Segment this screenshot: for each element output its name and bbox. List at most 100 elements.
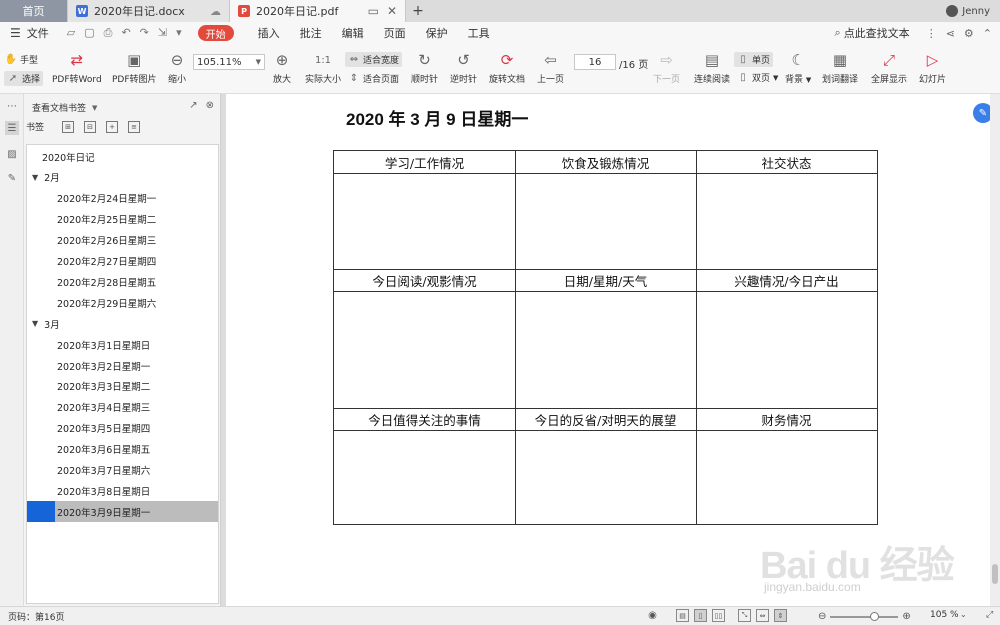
monitor-icon[interactable]: ▭ — [368, 4, 379, 18]
fullscreen-button[interactable]: ⤢ 全屏显示 — [871, 50, 907, 85]
bookmark-item[interactable]: 2020年3月8日星期日 — [27, 480, 218, 501]
export-icon[interactable]: ⇲ — [158, 26, 167, 40]
open-folder-icon[interactable]: ▱ — [67, 26, 75, 40]
chevron-down-icon[interactable]: ▼ — [32, 173, 38, 182]
continuous-view-icon[interactable]: ▤ — [676, 609, 689, 622]
bookmark-list-icon[interactable]: ☰ — [5, 121, 19, 135]
collapse-all-icon[interactable]: ⊟ — [84, 120, 97, 133]
fit-page-button[interactable]: ⇕ 适合页面 — [348, 72, 399, 85]
hamburger-icon[interactable]: ☰ — [10, 26, 21, 40]
bookmark-item[interactable]: 2020年3月6日星期五 — [27, 439, 218, 460]
fit-page-status-icon[interactable]: ⤡ — [738, 609, 751, 622]
vertical-scrollbar[interactable] — [990, 94, 1000, 606]
share-icon[interactable]: ⋖ — [946, 27, 955, 40]
bookmark-item[interactable]: ▼ 2月 — [27, 167, 218, 188]
tab-pdf[interactable]: P 2020年日记.pdf ▭ ✕ — [230, 0, 406, 22]
bookmark-view-dropdown[interactable]: 查看文档书签 ▼ — [32, 101, 97, 115]
bookmark-item[interactable]: 2020年2月25日星期二 — [27, 209, 218, 230]
zoom-out-button[interactable]: ⊖ 缩小 — [168, 50, 186, 85]
bookmark-item[interactable]: 2020年3月9日星期一 — [27, 501, 218, 523]
fit-width-button[interactable]: ⇔ 适合宽度 — [345, 52, 403, 67]
menu-insert[interactable]: 插入 — [248, 25, 290, 41]
pdf-to-word-button[interactable]: ⇄ PDF转Word — [52, 50, 102, 85]
menu-tools[interactable]: 工具 — [458, 25, 500, 41]
tab-home[interactable]: 首页 — [0, 0, 68, 22]
hand-tool[interactable]: ✋ 手型 — [5, 53, 38, 66]
bookmark-item[interactable]: ▼ 3月 — [27, 313, 218, 334]
bookmark-item[interactable]: 2020年3月1日星期日 — [27, 334, 218, 355]
close-tab-icon[interactable]: ✕ — [387, 4, 397, 18]
bookmark-tab[interactable]: 书签 — [26, 120, 44, 133]
menu-file[interactable]: 文件 — [27, 25, 49, 41]
zoom-level-select[interactable]: 105.11% ▼ — [193, 54, 265, 70]
new-tab-button[interactable]: + — [406, 0, 430, 22]
expand-icon[interactable]: ⤢ — [986, 610, 993, 620]
next-page-button[interactable]: ⇨ 下一页 — [653, 50, 680, 85]
zoom-track[interactable] — [830, 611, 899, 621]
slideshow-button[interactable]: ▷ 幻灯片 — [919, 50, 946, 85]
fit-height-status-icon[interactable]: ⇕ — [774, 609, 787, 622]
annotation-icon[interactable]: ✎ — [5, 171, 19, 185]
menu-protect[interactable]: 保护 — [416, 25, 458, 41]
find-text-button[interactable]: ⌕ 点此查找文本 — [835, 25, 910, 41]
single-page-button[interactable]: ▯ 单页 — [734, 52, 774, 67]
bookmark-item[interactable]: 2020年2月27日星期四 — [27, 251, 218, 272]
bookmark-item[interactable]: 2020年3月7日星期六 — [27, 460, 218, 481]
save-icon[interactable]: ▢ — [84, 26, 94, 40]
bookmark-options-icon[interactable]: ≡ — [128, 120, 141, 133]
menu-start[interactable]: 开始 — [197, 25, 234, 41]
select-tool[interactable]: ➚ 选择 — [4, 71, 44, 86]
bookmark-item[interactable]: 2020年2月24日星期一 — [27, 188, 218, 209]
menu-annotate[interactable]: 批注 — [290, 25, 332, 41]
zoom-minus-icon[interactable]: ⊖ — [818, 611, 826, 622]
add-bookmark-icon[interactable]: + — [106, 120, 119, 133]
previous-page-button[interactable]: ⇦ 上一页 — [537, 50, 564, 85]
bookmark-item[interactable]: 2020年2月28日星期五 — [27, 271, 218, 292]
more-icon[interactable]: ⋮ — [926, 27, 937, 40]
bookmark-item[interactable]: 2020年3月2日星期一 — [27, 355, 218, 376]
print-icon[interactable]: ⎙ — [104, 26, 113, 40]
chevron-down-icon[interactable]: ⌄ — [960, 610, 967, 619]
zoom-in-button[interactable]: ⊕ 放大 — [273, 50, 291, 85]
expand-all-icon[interactable]: ⊞ — [62, 120, 75, 133]
bookmark-item[interactable]: 2020年3月4日星期三 — [27, 397, 218, 418]
actual-size-button[interactable]: 1:1 实际大小 — [305, 50, 341, 86]
bookmark-item[interactable]: 2020年2月26日星期三 — [27, 230, 218, 251]
zoom-plus-icon[interactable]: ⊕ — [902, 611, 910, 622]
fit-width-status-icon[interactable]: ⇔ — [756, 609, 769, 622]
customize-dropdown-icon[interactable]: ▾ — [176, 26, 182, 40]
zoom-knob[interactable] — [870, 611, 880, 621]
rotate-document-button[interactable]: ⟳ 旋转文档 — [489, 50, 525, 85]
double-page-view-icon[interactable]: ▯▯ — [712, 609, 725, 622]
background-button[interactable]: ☾ 背景 ▼ — [785, 50, 811, 85]
rotate-counterclockwise-button[interactable]: ↺ 逆时针 — [450, 50, 477, 85]
drag-handle-icon[interactable]: ⋯ — [5, 99, 19, 113]
pdf-to-image-button[interactable]: ▣ PDF转图片 — [112, 50, 157, 85]
pop-out-icon[interactable]: ↗ — [189, 100, 197, 111]
rotate-clockwise-button[interactable]: ↻ 顺时针 — [411, 50, 438, 85]
redo-icon[interactable]: ↷ — [140, 26, 149, 40]
bookmark-item[interactable]: 2020年日记 — [27, 146, 218, 167]
menu-page[interactable]: 页面 — [374, 25, 416, 41]
zoom-slider[interactable]: ⊖ ⊕ — [818, 611, 911, 622]
cloud-icon[interactable]: ☁ — [210, 5, 221, 18]
menu-edit[interactable]: 编辑 — [332, 25, 374, 41]
settings-icon[interactable]: ⚙ — [964, 27, 974, 40]
eye-icon[interactable]: ◉ — [646, 609, 659, 622]
user-account[interactable]: Jenny — [946, 0, 1000, 22]
bookmark-item[interactable]: 2020年3月3日星期二 — [27, 376, 218, 397]
current-page-input[interactable]: 16 — [574, 54, 616, 70]
bookmark-item[interactable]: 2020年2月29日星期六 — [27, 292, 218, 313]
chevron-down-icon[interactable]: ▼ — [32, 319, 38, 328]
collapse-ribbon-icon[interactable]: ⌃ — [983, 27, 992, 40]
word-translate-button[interactable]: ▦ 划词翻译 — [822, 50, 858, 85]
scroll-thumb[interactable] — [992, 564, 998, 584]
double-page-button[interactable]: ▯ 双页 ▼ — [737, 71, 778, 84]
tab-docx[interactable]: W 2020年日记.docx ☁ — [68, 0, 230, 22]
bookmark-item[interactable]: 2020年3月5日星期四 — [27, 418, 218, 439]
close-panel-icon[interactable]: ⊗ — [206, 100, 214, 111]
undo-icon[interactable]: ↶ — [121, 26, 130, 40]
thumbnail-icon[interactable]: ▨ — [5, 147, 19, 161]
single-page-view-icon[interactable]: ▯ — [694, 609, 707, 622]
continuous-reading-button[interactable]: ▤ 连续阅读 — [694, 50, 730, 85]
